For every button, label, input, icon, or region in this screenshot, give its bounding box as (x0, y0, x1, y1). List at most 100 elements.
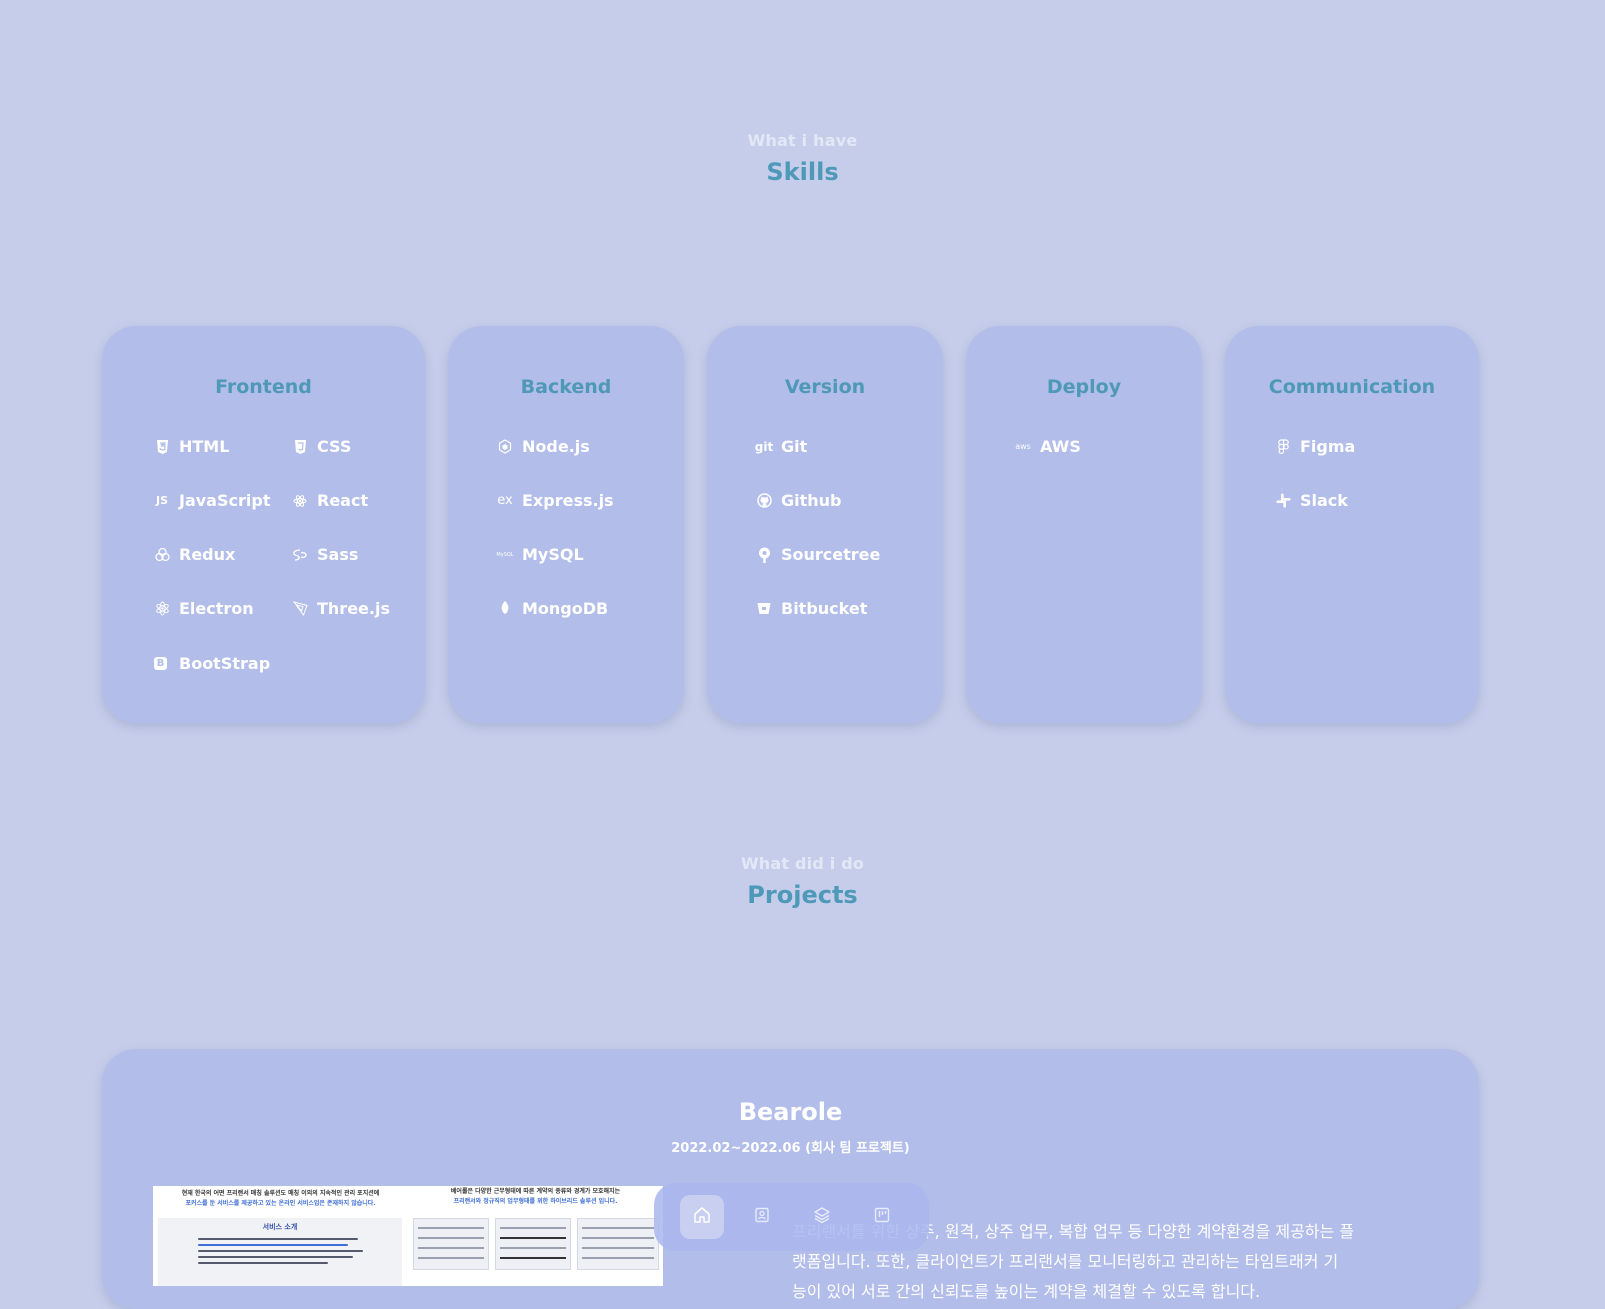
skill-card-communication: Communication Figma Slack (1225, 326, 1479, 723)
nav-projects-button[interactable] (860, 1195, 904, 1239)
sass-icon (292, 547, 308, 563)
aws-icon: aws (1015, 442, 1031, 451)
skill-item-electron: Electron (154, 599, 254, 618)
skill-label: JavaScript (179, 491, 271, 510)
skill-label: AWS (1040, 437, 1081, 456)
skill-card-version: Version git Git Github Sourcetree Bitbuc… (707, 326, 943, 723)
skill-item-bootstrap: B BootStrap (154, 654, 270, 673)
slack-icon (1275, 493, 1291, 509)
skill-label: Redux (179, 545, 236, 564)
skill-label: Sass (317, 545, 359, 564)
github-icon (756, 493, 772, 509)
contact-card-icon (754, 1207, 770, 1227)
project-title: Bearole (738, 1098, 843, 1126)
project-period: 2022.02~2022.06 (회사 팀 프로젝트) (671, 1141, 910, 1156)
skill-label: Express.js (522, 491, 614, 510)
screenshot-intro-box: 서비스 소개 (158, 1218, 402, 1286)
skill-label: MySQL (522, 545, 584, 564)
screenshot-thumbnail (577, 1218, 659, 1270)
skills-eyebrow: What i have (747, 131, 858, 150)
skill-item-react: React (292, 491, 368, 510)
screenshot-thumbnail (413, 1218, 489, 1270)
skill-item-express: ex Express.js (497, 491, 614, 510)
skill-label: Figma (1300, 437, 1356, 456)
screenshot-heading-line: 포커스를 둔 서비스를 제공하고 있는 온라인 서비스업은 존재하지 않습니다. (185, 1200, 376, 1207)
bootstrap-icon: B (154, 657, 167, 670)
express-icon: ex (497, 493, 513, 508)
skill-label: React (317, 491, 369, 510)
screenshot-heading-line: 현재 한국의 어떤 프리랜서 매칭 솔루션도 매칭 이외의 지속적인 관리 포지… (181, 1190, 380, 1197)
screenshot-thumbnail (495, 1218, 571, 1270)
bitbucket-icon (756, 601, 772, 617)
skill-item-sass: Sass (292, 545, 358, 564)
skill-label: Node.js (522, 437, 590, 456)
skill-item-aws: aws AWS (1015, 437, 1081, 456)
screenshot-pane-intro: 현재 한국의 어떤 프리랜서 매칭 솔루션도 매칭 이외의 지속적인 관리 포지… (153, 1186, 408, 1286)
css3-icon (292, 439, 308, 455)
skill-item-nodejs: Node.js (497, 437, 590, 456)
mongodb-icon (497, 601, 513, 617)
skill-item-bitbucket: Bitbucket (756, 599, 867, 618)
sourcetree-icon (756, 547, 772, 563)
html5-icon (154, 439, 170, 455)
threejs-icon (292, 601, 308, 617)
card-title: Backend (520, 376, 612, 398)
skill-label: Three.js (317, 599, 390, 618)
nav-about-button[interactable] (740, 1195, 784, 1239)
skill-item-css: CSS (292, 437, 351, 456)
nodejs-icon (497, 439, 513, 455)
skill-label: Bitbucket (781, 599, 868, 618)
skill-item-javascript: JS JavaScript (154, 491, 270, 510)
redux-icon (154, 547, 170, 563)
screenshot-heading-line: 프리랜서와 정규직의 업무형태를 위한 하이브리드 솔루션 입니다. (453, 1198, 618, 1205)
skill-label: Github (781, 491, 842, 510)
skill-label: Electron (179, 599, 254, 618)
projects-title: Projects (747, 881, 858, 909)
home-icon (693, 1206, 711, 1228)
react-icon (292, 493, 308, 509)
screenshot-heading-line: 베어롤은 다양한 근무형태에 따른 계약의 종류와 경계가 모호해지는 (450, 1188, 621, 1195)
skill-item-mongodb: MongoDB (497, 599, 608, 618)
card-title: Deploy (1046, 376, 1122, 398)
description-line: 능이 있어 서로 간의 신뢰도를 높이는 계약을 체결할 수 있도록 합니다. (792, 1282, 1261, 1301)
project-screenshot[interactable]: 현재 한국의 어떤 프리랜서 매칭 솔루션도 매칭 이외의 지속적인 관리 포지… (153, 1186, 663, 1286)
layers-icon (813, 1206, 831, 1228)
skill-label: Git (781, 437, 808, 456)
skill-card-backend: Backend Node.js ex Express.js MySQL MySQ… (448, 326, 684, 723)
skill-item-redux: Redux (154, 545, 235, 564)
skill-card-frontend: Frontend HTML CSS JS JavaScript React Re… (102, 326, 425, 723)
figma-icon (1275, 439, 1291, 455)
skill-card-deploy: Deploy aws AWS (966, 326, 1202, 723)
projects-eyebrow: What did i do (740, 854, 865, 873)
skill-label: CSS (317, 437, 352, 456)
skill-item-slack: Slack (1275, 491, 1348, 510)
projects-board-icon (874, 1207, 890, 1227)
skill-item-mysql: MySQL MySQL (496, 545, 584, 564)
nav-skills-button[interactable] (800, 1195, 844, 1239)
skills-section-header: What i have Skills (0, 131, 1605, 186)
skill-label: Sourcetree (781, 545, 881, 564)
javascript-icon: JS (155, 494, 168, 507)
card-title: Frontend (215, 376, 312, 398)
floating-nav-bar (654, 1183, 929, 1251)
git-icon: git (754, 439, 774, 454)
screenshot-subheading: 서비스 소개 (262, 1223, 298, 1231)
projects-section-header: What did i do Projects (0, 854, 1605, 909)
skill-item-figma: Figma (1275, 437, 1355, 456)
skill-label: MongoDB (522, 599, 609, 618)
description-line: 랫폼입니다. 또한, 클라이언트가 프리랜서를 모니터링하고 관리하는 타임트래… (792, 1252, 1339, 1271)
card-title: Communication (1268, 376, 1436, 398)
skill-label: HTML (179, 437, 230, 456)
skill-item-html: HTML (154, 437, 229, 456)
skill-item-github: Github (756, 491, 842, 510)
card-title: Version (784, 376, 866, 398)
skills-title: Skills (766, 158, 839, 186)
nav-home-button[interactable] (680, 1195, 724, 1239)
skill-item-threejs: Three.js (292, 599, 390, 618)
skill-label: BootStrap (179, 654, 271, 673)
project-card-bearole: Bearole 2022.02~2022.06 (회사 팀 프로젝트) 현재 한… (102, 1049, 1479, 1309)
mysql-icon: MySQL (496, 551, 514, 558)
skill-label: Slack (1300, 491, 1348, 510)
screenshot-pane-features: 베어롤은 다양한 근무형태에 따른 계약의 종류와 경계가 모호해지는 프리랜서… (408, 1186, 663, 1286)
skill-item-sourcetree: Sourcetree (756, 545, 880, 564)
